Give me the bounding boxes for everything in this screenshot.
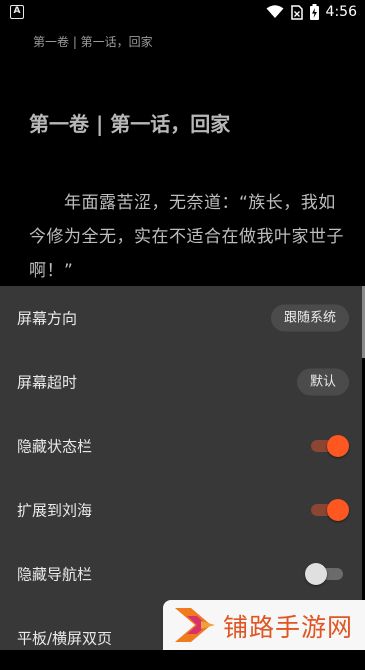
watermark-logo-icon	[175, 608, 215, 642]
watermark-text: 铺路手游网	[223, 613, 354, 642]
watermark: 铺路手游网	[163, 600, 365, 650]
setting-label: 隐藏导航栏	[17, 565, 93, 584]
setting-label: 隐藏状态栏	[17, 437, 93, 456]
setting-label: 平板/横屏双页	[17, 629, 113, 648]
chapter-title: 第一卷 | 第一话，回家	[29, 112, 231, 136]
setting-label: 屏幕方向	[17, 309, 78, 328]
notification-app-icon: A	[10, 5, 24, 19]
screen-orientation-selector[interactable]: 跟随系统	[270, 304, 349, 332]
battery-charging-icon	[309, 4, 319, 20]
toggle-thumb	[327, 435, 349, 457]
no-sim-icon	[290, 4, 303, 20]
setting-label: 扩展到刘海	[17, 501, 93, 520]
chapter-paragraph: 年面露苦涩，无奈道：“族长，我如今修为全无，实在不适合在做我叶家世子啊！”	[29, 193, 344, 281]
reader-content[interactable]: 第一卷 | 第一话，回家 第一卷 | 第一话，回家 年面露苦涩，无奈道：“族长，…	[0, 24, 365, 286]
toggle-thumb	[305, 563, 327, 585]
setting-extend-to-notch[interactable]: 扩展到刘海	[0, 478, 362, 542]
status-icons: 4:56	[266, 3, 357, 21]
setting-screen-orientation[interactable]: 屏幕方向 跟随系统	[0, 286, 362, 350]
screen-timeout-selector[interactable]: 默认	[296, 368, 349, 396]
extend-to-notch-toggle[interactable]	[309, 499, 349, 521]
setting-hide-status-bar[interactable]: 隐藏状态栏	[0, 414, 362, 478]
setting-screen-timeout[interactable]: 屏幕超时 默认	[0, 350, 362, 414]
reader-header-title: 第一卷 | 第一话，回家	[33, 35, 153, 49]
setting-hide-nav-bar[interactable]: 隐藏导航栏	[0, 542, 362, 606]
reading-settings-panel: 屏幕方向 跟随系统 屏幕超时 默认 隐藏状态栏 扩展到刘海 隐藏导航栏 平板/横…	[0, 286, 362, 650]
wifi-icon	[266, 5, 284, 18]
status-bar: A 4:56	[0, 0, 365, 24]
hide-status-bar-toggle[interactable]	[309, 435, 349, 457]
setting-label: 屏幕超时	[17, 373, 78, 392]
status-time: 4:56	[325, 4, 357, 20]
toggle-thumb	[327, 499, 349, 521]
hide-nav-bar-toggle[interactable]	[305, 563, 345, 585]
